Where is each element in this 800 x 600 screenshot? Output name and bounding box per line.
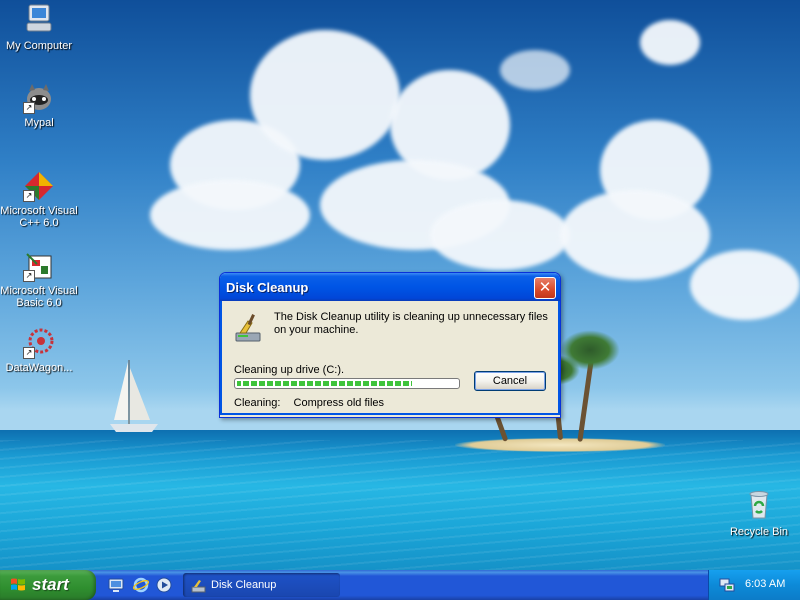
mypal-icon: ↗	[23, 82, 55, 114]
cloud	[500, 50, 570, 90]
progress-fill	[235, 379, 414, 388]
status-text: Cleaning up drive (C:).	[234, 364, 345, 376]
desktop-icon-label: My Computer	[5, 40, 73, 52]
close-button[interactable]: ✕	[534, 277, 556, 299]
dialog-message: The Disk Cleanup utility is cleaning up …	[274, 311, 548, 336]
recycle-bin-icon	[749, 491, 769, 519]
taskbar-button-disk-cleanup[interactable]: Disk Cleanup	[183, 573, 340, 597]
cloud	[640, 20, 700, 65]
cancel-button[interactable]: Cancel	[474, 371, 546, 391]
shortcut-arrow-icon: ↗	[23, 270, 35, 282]
desktop-icon-label: Microsoft Visual C++ 6.0	[0, 205, 78, 229]
start-button[interactable]: start	[0, 570, 96, 600]
desktop-icon-label: Mypal	[24, 117, 54, 129]
visual-basic-icon: ↗	[23, 250, 55, 282]
taskbar: start Disk Cleanup 6:03 AM	[0, 570, 800, 600]
disk-cleanup-icon	[235, 314, 261, 342]
network-icon[interactable]	[719, 577, 735, 593]
island	[455, 438, 665, 452]
clock[interactable]: 6:03 AM	[745, 578, 785, 590]
task-label: Cleaning:	[234, 397, 281, 409]
cloud	[430, 200, 570, 270]
cloud	[250, 30, 400, 160]
cloud	[150, 180, 310, 250]
start-label: start	[32, 575, 69, 594]
desktop-icon-mypal[interactable]: ↗ Mypal	[0, 82, 78, 129]
disk-cleanup-dialog: Disk Cleanup ✕ The Disk Cleanup utility …	[219, 272, 561, 418]
desktop-icon-label: Recycle Bin	[729, 526, 789, 538]
windows-logo-icon	[11, 578, 25, 591]
visual-cpp-icon: ↗	[23, 170, 55, 202]
cloud	[560, 190, 710, 280]
cloud	[690, 250, 800, 320]
close-icon: ✕	[538, 278, 552, 296]
show-desktop-icon[interactable]	[108, 577, 124, 593]
desktop-icon-label: DataWagon...	[5, 362, 73, 374]
shortcut-arrow-icon: ↗	[23, 190, 35, 202]
disk-cleanup-icon	[191, 580, 206, 593]
media-player-icon[interactable]	[156, 577, 172, 593]
shortcut-arrow-icon: ↗	[23, 347, 35, 359]
internet-explorer-icon[interactable]	[133, 577, 149, 593]
system-tray: 6:03 AM	[708, 570, 800, 600]
datawagon-icon: ↗	[23, 327, 55, 359]
desktop-icon-visual-basic[interactable]: ↗ Microsoft Visual Basic 6.0	[0, 250, 78, 309]
sailboat-icon	[110, 360, 158, 432]
progress-bar	[234, 378, 460, 389]
desktop-icon-datawagon[interactable]: ↗ DataWagon...	[0, 327, 78, 374]
desktop-icon-visual-cpp[interactable]: ↗ Microsoft Visual C++ 6.0	[0, 170, 78, 229]
desktop-icon-my-computer[interactable]: My Computer	[0, 2, 78, 52]
dialog-titlebar[interactable]: Disk Cleanup ✕	[220, 273, 560, 301]
shortcut-arrow-icon: ↗	[23, 102, 35, 114]
my-computer-icon	[26, 4, 52, 32]
dialog-body: The Disk Cleanup utility is cleaning up …	[220, 301, 560, 415]
current-task: Cleaning: Compress old files	[234, 397, 384, 409]
sea-waves	[0, 440, 800, 570]
dialog-title: Disk Cleanup	[226, 280, 309, 295]
taskbar-button-label: Disk Cleanup	[211, 579, 277, 591]
task-value: Compress old files	[293, 397, 385, 409]
desktop-icon-recycle-bin[interactable]: Recycle Bin	[720, 488, 798, 538]
desktop-icon-label: Microsoft Visual Basic 6.0	[0, 285, 78, 309]
